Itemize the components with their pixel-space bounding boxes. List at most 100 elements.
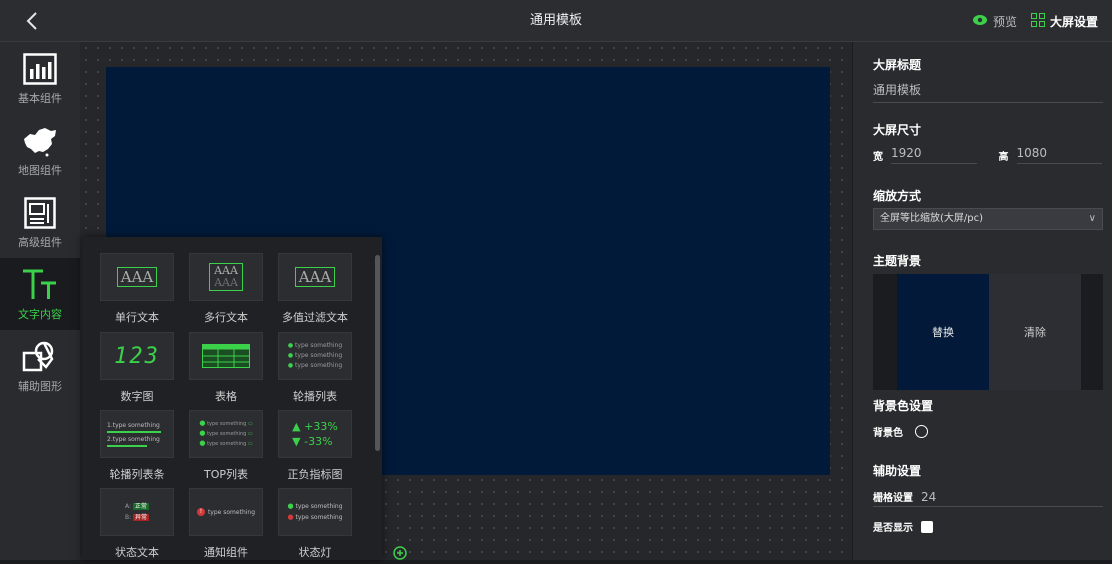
sidebar-item-label: 地图组件 [18, 164, 62, 177]
show-grid-label: 是否显示 [873, 523, 913, 534]
settings-panel: 大屏标题 通用模板 大屏尺寸 宽 1920 高 1080 缩放方式 全屏等比缩放… [852, 42, 1112, 560]
advanced-component-icon [20, 194, 60, 232]
aux-settings-heading: 辅助设置 [873, 464, 922, 478]
component-top-list[interactable]: ● type something ▭ ● type something ▭ ● … [189, 410, 267, 482]
component-multi-value-filter-text[interactable]: AAA 多值过滤文本 [278, 253, 356, 325]
grid-setting-label: 栅格设置 [873, 493, 913, 504]
sample-text: type something [295, 342, 343, 349]
eye-icon [972, 14, 988, 29]
sample-text: type something [295, 503, 343, 510]
component-thumb: AAA [100, 253, 174, 301]
show-grid-checkbox[interactable] [921, 520, 933, 533]
sample-text: +33% [304, 420, 338, 433]
status-badge: 正常 [132, 503, 149, 510]
sidebar-item-label: 高级组件 [18, 236, 62, 249]
component-label: 正负指标图 [287, 468, 343, 481]
component-label: 多值过滤文本 [282, 311, 348, 324]
component-thumb: ! type something [189, 488, 263, 536]
component-thumb: 123 [100, 332, 174, 380]
sample-text: type something [207, 441, 247, 447]
component-thumb: AAA [278, 253, 352, 301]
add-circle-icon[interactable] [393, 545, 407, 560]
preview-button[interactable]: 预览 [972, 13, 1017, 30]
component-pos-neg-indicator[interactable]: ▲ +33% ▼ -33% 正负指标图 [278, 410, 356, 482]
sidebar-item-map[interactable]: 地图组件 [0, 114, 80, 186]
component-carousel-list[interactable]: ● type something ● type something ● type… [278, 332, 356, 404]
sample-text: 123 [114, 343, 160, 369]
scale-mode-select[interactable]: 全屏等比缩放(大屏/pc) ∨ [873, 208, 1103, 230]
sample-text: type something [207, 421, 247, 427]
page-title: 通用模板 [529, 13, 582, 28]
component-number-chart[interactable]: 123 数字图 [100, 332, 178, 404]
table-icon [202, 344, 250, 368]
sample-text: type something [207, 508, 256, 516]
bg-color-label: 背景色 [873, 428, 903, 439]
component-single-line-text[interactable]: AAA 单行文本 [100, 253, 178, 325]
sidebar-item-label: 文字内容 [18, 308, 62, 321]
width-label: 宽 [873, 151, 883, 163]
component-sidebar: 基本组件 地图组件 高级组件 文字内容 辅助图形 [0, 42, 80, 560]
screen-title-input[interactable]: 通用模板 [873, 81, 1103, 103]
screen-title-heading: 大屏标题 [873, 58, 922, 72]
sample-text: B: [124, 514, 132, 521]
height-input[interactable]: 1080 [1016, 146, 1102, 164]
component-carousel-list-bar[interactable]: 1.type something 2.type something 轮播列表条 [100, 410, 178, 482]
component-thumb: ● type something ● type something ● type… [278, 332, 352, 380]
sample-text: 1.type something [107, 421, 160, 429]
status-badge: 异常 [133, 514, 150, 521]
shapes-icon [20, 338, 60, 376]
chevron-down-icon: ∨ [1088, 213, 1096, 224]
component-thumb: A: 正常 B: 异常 [100, 488, 174, 536]
theme-bg-preview: 替换 清除 [873, 274, 1103, 390]
bg-color-heading: 背景色设置 [873, 399, 934, 413]
screen-size-heading: 大屏尺寸 [873, 123, 922, 137]
panel-scrollbar[interactable] [375, 255, 380, 451]
screen-settings-button[interactable]: 大屏设置 [1030, 12, 1098, 30]
sample-text: type something [295, 362, 343, 369]
bar-chart-icon [20, 50, 60, 88]
china-map-icon [20, 122, 60, 160]
sidebar-item-advanced[interactable]: 高级组件 [0, 186, 80, 258]
component-label: 多行文本 [204, 311, 248, 324]
sidebar-item-shapes[interactable]: 辅助图形 [0, 330, 80, 402]
color-picker-circle-icon[interactable] [915, 425, 928, 438]
sample-text: AAA [214, 276, 238, 289]
sample-text: -33% [304, 435, 333, 448]
component-label: 数字图 [120, 390, 154, 403]
component-thumb [189, 332, 263, 380]
grid-settings-icon [1030, 12, 1045, 30]
top-bar: 通用模板 预览 大屏设置 [0, 0, 1112, 42]
grid-setting-input[interactable]: 24 [921, 490, 936, 504]
component-thumb: ● type something ▭ ● type something ▭ ● … [189, 410, 263, 458]
text-content-icon [20, 266, 60, 304]
component-label: 单行文本 [115, 311, 159, 324]
component-notification[interactable]: ! type something 通知组件 [189, 488, 267, 560]
sidebar-item-basic[interactable]: 基本组件 [0, 42, 80, 114]
text-component-panel: AAA 单行文本 AAA AAA 多行文本 AAA 多值过滤文本 123 数字图… [82, 237, 382, 560]
component-multi-line-text[interactable]: AAA AAA 多行文本 [189, 253, 267, 325]
scale-mode-heading: 缩放方式 [873, 189, 922, 203]
sidebar-item-text[interactable]: 文字内容 [0, 258, 80, 330]
triangle-up-icon: ▲ [292, 420, 301, 433]
component-label: TOP列表 [203, 468, 248, 481]
replace-label: 替换 [932, 326, 954, 339]
sample-text: A: [124, 503, 131, 510]
component-label: 状态灯 [298, 546, 332, 559]
width-input[interactable]: 1920 [891, 146, 977, 164]
preview-label: 预览 [992, 14, 1017, 29]
alert-icon: ! [196, 508, 205, 516]
theme-bg-heading: 主题背景 [873, 254, 922, 268]
component-thumb: 1.type something 2.type something [100, 410, 174, 458]
component-status-text[interactable]: A: 正常 B: 异常 状态文本 [100, 488, 178, 560]
component-table[interactable]: 表格 [189, 332, 267, 404]
component-status-light[interactable]: ● type something ● type something 状态灯 [278, 488, 356, 560]
triangle-down-icon: ▼ [292, 435, 301, 448]
replace-bg-button[interactable]: 替换 [897, 274, 989, 390]
sample-text: type something [295, 514, 343, 521]
component-label: 表格 [215, 390, 237, 403]
clear-label: 清除 [1024, 326, 1046, 339]
sidebar-item-label: 辅助图形 [18, 380, 62, 393]
screen-settings-label: 大屏设置 [1049, 14, 1098, 29]
component-thumb: ▲ +33% ▼ -33% [278, 410, 352, 458]
clear-bg-button[interactable]: 清除 [989, 274, 1081, 390]
